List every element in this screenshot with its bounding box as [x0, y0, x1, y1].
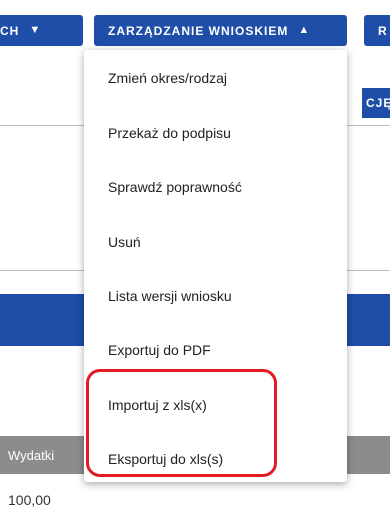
menu-item-send-to-sign[interactable]: Przekaż do podpisu — [108, 125, 231, 141]
menu-item-delete[interactable]: Usuń — [108, 234, 141, 250]
menu-item-validate[interactable]: Sprawdź poprawność — [108, 179, 242, 195]
manage-request-button[interactable]: ZARZĄDZANIE WNIOSKIEM ▲ — [94, 15, 347, 46]
highlight-outline — [86, 369, 277, 477]
right-button-label: R — [378, 23, 388, 38]
table-cell-value: 100,00 — [8, 492, 51, 508]
left-dropdown-label: CH — [0, 23, 20, 38]
secondary-right-label: CJĘ — [366, 96, 390, 110]
chevron-up-icon: ▲ — [298, 23, 311, 36]
menu-item-change-period[interactable]: Zmień okres/rodzaj — [108, 70, 227, 86]
menu-item-export-pdf[interactable]: Exportuj do PDF — [108, 342, 211, 358]
left-dropdown-button[interactable]: CH ▼ — [0, 15, 83, 46]
secondary-right-button[interactable]: CJĘ — [362, 88, 390, 118]
divider-line — [347, 125, 390, 126]
menu-item-version-list[interactable]: Lista wersji wniosku — [108, 288, 232, 304]
right-button[interactable]: R — [364, 15, 390, 46]
chevron-down-icon: ▼ — [29, 23, 42, 36]
divider-line — [0, 125, 95, 126]
top-toolbar: CH ▼ ZARZĄDZANIE WNIOSKIEM ▲ R — [0, 0, 390, 52]
divider-line — [347, 270, 390, 271]
table-header-label: Wydatki — [8, 448, 55, 463]
manage-request-label: ZARZĄDZANIE WNIOSKIEM — [108, 23, 289, 38]
divider-line — [0, 270, 95, 271]
